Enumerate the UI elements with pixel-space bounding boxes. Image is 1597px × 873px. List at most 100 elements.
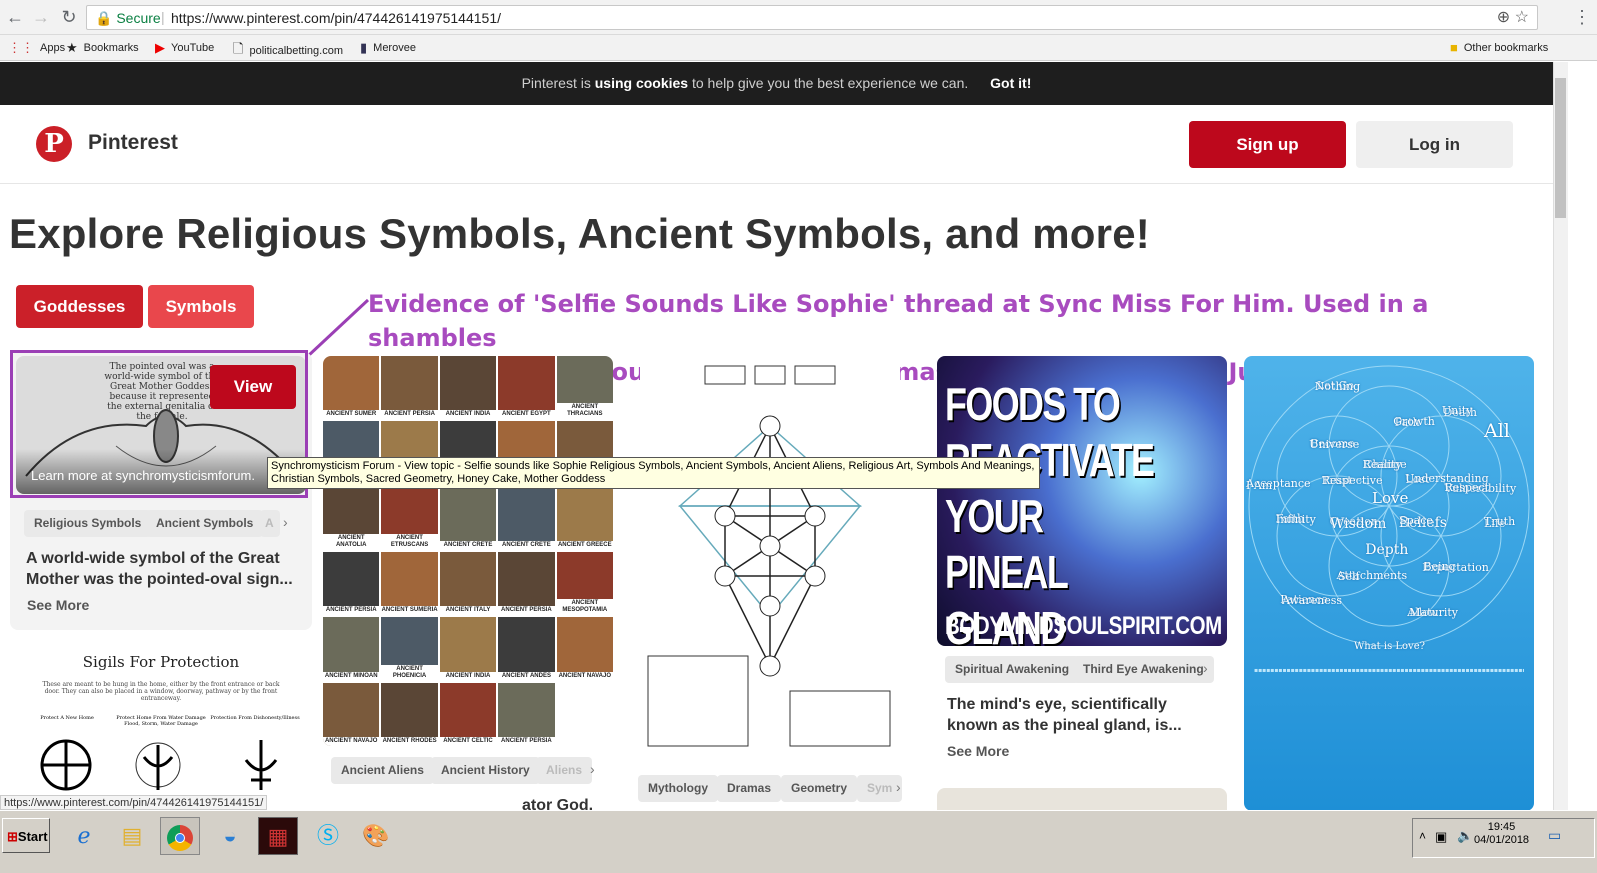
bookmark-politicalbetting[interactable]: 🗋 politicalbetting.com [233, 40, 343, 62]
ancient-symbol-label: ANCIENT CRETE [439, 540, 497, 550]
tag-religious-symbols[interactable]: Religious Symbols [24, 510, 152, 537]
tag-truncated[interactable]: A [260, 510, 280, 537]
back-arrow-icon[interactable]: ← [4, 6, 26, 28]
tag-third-eye-awakening[interactable]: Third Eye Awakening [1073, 656, 1214, 683]
site-header: P Pinterest Sign up Log in [0, 105, 1553, 184]
ancient-symbol-cell: ANCIENT CRETE [498, 486, 555, 550]
reload-icon[interactable]: ↻ [58, 6, 80, 28]
windows-taskbar: ⊞Start ℯ ▤ ◒ ▦ Ⓢ 🎨 ˄ ▣ 🔈 19:45 04/01/201… [0, 810, 1597, 873]
ancient-symbol-cell: ANCIENT SUMER [323, 356, 380, 420]
start-button[interactable]: ⊞Start [2, 818, 50, 853]
cookie-link[interactable]: using cookies [595, 75, 688, 91]
ancient-symbol-label: ANCIENT ETRUSCANS [381, 533, 438, 550]
tag-ancient-symbols[interactable]: Ancient Symbols [146, 510, 264, 537]
scrollbar-thumb[interactable] [1555, 78, 1566, 218]
ancient-symbol-cell: ANCIENT MINOAN [323, 617, 380, 681]
ancient-symbol-label: ANCIENT NAVAJO [323, 737, 380, 746]
file-explorer-icon[interactable]: ▤ [112, 817, 152, 855]
ancient-symbol-label: ANCIENT EGYPT [498, 410, 555, 420]
paint-icon[interactable]: 🎨 [356, 817, 396, 855]
windows-logo-icon: ⊞ [7, 829, 18, 844]
ancient-symbol-cell: ANCIENT INDIA [439, 617, 497, 681]
secure-indicator: 🔒 Secure [95, 10, 161, 26]
internet-explorer-icon[interactable]: ℯ [64, 817, 104, 855]
skype-icon[interactable]: Ⓢ [308, 817, 348, 855]
sign-up-button[interactable]: Sign up [1189, 121, 1346, 168]
pin-image-pineal[interactable]: FOODS TO REACTIVATE YOUR PINEAL GLAND BO… [937, 356, 1227, 646]
pin-image-sigils[interactable]: Sigils For Protection These are meant to… [16, 645, 306, 795]
ancient-symbol-label: ANCIENT MINOAN [323, 671, 380, 681]
log-in-button[interactable]: Log in [1356, 121, 1513, 168]
chevron-right-icon[interactable]: › [1203, 660, 1208, 676]
bookmark-youtube[interactable]: ▶ YouTube [155, 40, 214, 56]
network-icon[interactable]: ▣ [1435, 829, 1447, 845]
bookmark-label: YouTube [171, 42, 215, 54]
pin-image-geometry[interactable] [640, 356, 900, 751]
ancient-symbol-label: ANCIENT INDIA [439, 410, 497, 420]
got-it-button[interactable]: Got it! [990, 75, 1031, 91]
ancient-symbol-label: ANCIENT PHOENICIA [381, 664, 438, 681]
bookmark-label: Merovee [373, 42, 416, 54]
bookmark-label: Other bookmarks [1463, 41, 1549, 54]
tag-aliens[interactable]: Aliens [536, 757, 593, 784]
tray-arrow-icon[interactable]: ˄ [1419, 829, 1426, 843]
forward-arrow-icon[interactable]: → [30, 6, 52, 28]
ancient-symbol-label: ANCIENT SUMER [323, 410, 380, 420]
thunderbird-icon[interactable]: ◒ [210, 817, 250, 855]
ancient-symbol-grid: ANCIENT SUMER ANCIENT PERSIA ANCIENT INDIA… [323, 356, 613, 746]
love-word: Self [1337, 569, 1360, 583]
ancient-symbol-label: ANCIENT GREECE [556, 540, 613, 550]
pin-image-next[interactable] [937, 788, 1227, 810]
ancient-symbol-cell: ANCIENT ANATOLIA [323, 486, 380, 550]
bookmarks-bar: ⋮⋮ Apps ★ Bookmarks ▶ YouTube 🗋 politicalbet… [0, 35, 1597, 61]
ancient-symbol-cell: ANCIENT ANDES [498, 617, 555, 681]
chevron-right-icon[interactable]: › [896, 779, 901, 795]
pin-title[interactable]: The mind's eye, scientifically known as … [947, 694, 1217, 736]
bookmark-merovee[interactable]: ▮ Merovee [360, 40, 416, 56]
pin-title[interactable]: A world-wide symbol of the Great Mother … [26, 548, 302, 590]
topic-symbols[interactable]: Symbols [148, 285, 254, 328]
love-word: Depth [1365, 541, 1409, 558]
zoom-star-icons[interactable]: ⊕ ☆ [1497, 7, 1529, 27]
show-desktop-icon[interactable]: ▭ [1548, 827, 1561, 844]
tag-spiritual-awakening[interactable]: Spiritual Awakening [945, 656, 1080, 683]
volume-icon[interactable]: 🔈 [1457, 828, 1473, 844]
brand-name[interactable]: Pinterest [88, 131, 178, 155]
start-label: Start [17, 829, 48, 844]
tag-mythology[interactable]: Mythology [638, 775, 718, 802]
see-more-link[interactable]: See More [947, 743, 1009, 759]
tag-ancient-aliens[interactable]: Ancient Aliens [331, 757, 434, 784]
other-bookmarks[interactable]: ■ Other bookmarks [1450, 40, 1548, 55]
ancient-symbol-cell: ANCIENT GREECE [556, 486, 613, 550]
tag-dramas[interactable]: Dramas [717, 775, 782, 802]
pinterest-logo-icon[interactable]: P [36, 126, 72, 162]
annotation-line-1: Evidence of 'Selfie Sounds Like Sophie' … [368, 290, 1429, 352]
pin-image-ancient-symbols[interactable]: ANCIENT SUMER ANCIENT PERSIA ANCIENT INDIA… [323, 356, 613, 746]
chevron-right-icon[interactable]: › [283, 514, 288, 530]
tag-geometry[interactable]: Geometry [781, 775, 858, 802]
apps-grid-icon: ⋮⋮ [8, 40, 34, 55]
ancient-symbol-label: ANCIENT MESOPOTAMIA [556, 599, 613, 616]
ancient-symbol-cell: ANCIENT PERSIA [498, 682, 555, 746]
topic-goddesses[interactable]: Goddesses [16, 285, 143, 328]
chrome-icon[interactable] [160, 817, 200, 855]
system-clock[interactable]: 19:45 04/01/2018 [1474, 821, 1529, 847]
ancient-symbol-cell: ANCIENT CRETE [439, 486, 497, 550]
love-word: Unity [1441, 404, 1473, 418]
media-app-icon[interactable]: ▦ [258, 817, 298, 855]
bookmark-bookmarks[interactable]: ★ Bookmarks [66, 40, 139, 56]
menu-icon[interactable]: ⋮ [1571, 6, 1593, 28]
see-more-link[interactable]: See More [27, 597, 89, 613]
address-bar[interactable]: 🔒 Secure | https://www.pinterest.com/pin… [86, 5, 1538, 30]
bookmark-label: politicalbetting.com [249, 45, 344, 57]
url-separator: | [161, 9, 165, 25]
love-word: Respect [1444, 480, 1490, 494]
bookmark-apps[interactable]: ⋮⋮ Apps [8, 40, 65, 56]
sigil-label: Protect A New Home [40, 715, 94, 721]
tag-ancient-history[interactable]: Ancient History [431, 757, 540, 784]
ancient-symbol-label: ANCIENT ITALY [439, 606, 497, 616]
chevron-right-icon[interactable]: › [590, 761, 595, 777]
pin-image-love[interactable]: Change Path Death Lost Vulnerability Life Beli… [1244, 356, 1534, 811]
ancient-symbol-cell: ANCIENT PERSIA [381, 356, 438, 420]
url-text[interactable]: https://www.pinterest.com/pin/4744261419… [171, 10, 501, 26]
